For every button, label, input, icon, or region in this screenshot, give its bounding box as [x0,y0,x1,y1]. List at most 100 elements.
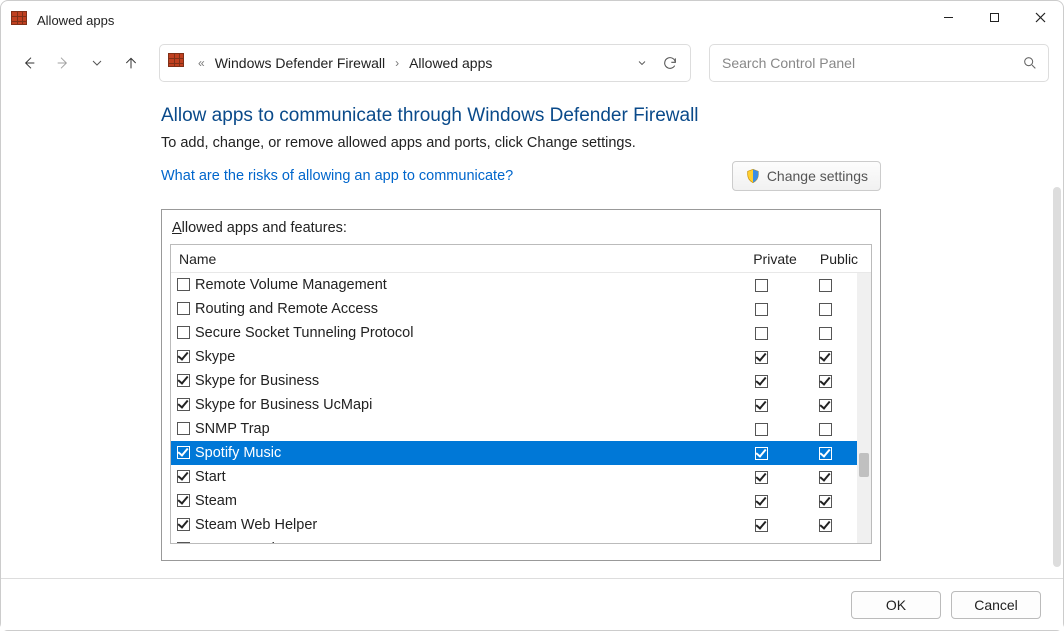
grid-header: Name Private Public [171,245,871,273]
enable-checkbox[interactable] [177,518,191,532]
app-name: Steam [195,493,729,509]
table-row[interactable]: Steam [171,489,857,513]
public-checkbox[interactable] [793,303,857,316]
private-checkbox[interactable] [729,447,793,460]
search-input[interactable] [720,54,1022,72]
shield-icon [745,168,761,184]
window-title: Allowed apps [37,13,114,28]
enable-checkbox[interactable] [177,446,191,460]
list-label: Allowed apps and features: [170,218,872,244]
public-checkbox[interactable] [793,471,857,484]
titlebar: Allowed apps [1,1,1063,39]
risks-link[interactable]: What are the risks of allowing an app to… [161,168,513,184]
table-row[interactable]: Remote Volume Management [171,273,857,297]
table-row[interactable]: Skype for Business UcMapi [171,393,857,417]
enable-checkbox[interactable] [177,470,191,484]
public-checkbox[interactable] [793,279,857,292]
app-name: Steam Web Helper [195,517,729,533]
recent-dropdown[interactable] [83,43,111,83]
public-checkbox[interactable] [793,351,857,364]
enable-checkbox[interactable] [177,302,191,316]
app-name: Skype for Business [195,373,729,389]
public-checkbox[interactable] [793,399,857,412]
page-title: Allow apps to communicate through Window… [161,105,881,127]
col-public[interactable]: Public [807,251,871,267]
enable-checkbox[interactable] [177,326,191,340]
app-name: Routing and Remote Access [195,301,729,317]
app-name: Start [195,469,729,485]
private-checkbox[interactable] [729,351,793,364]
private-checkbox[interactable] [729,327,793,340]
table-row[interactable]: Skype [171,345,857,369]
enable-checkbox[interactable] [177,542,191,543]
private-checkbox[interactable] [729,495,793,508]
breadcrumb-overflow[interactable]: « [198,56,205,70]
enable-checkbox[interactable] [177,398,191,412]
enable-checkbox[interactable] [177,494,191,508]
table-row[interactable]: Secure Socket Tunneling Protocol [171,321,857,345]
search-icon [1022,55,1038,71]
enable-checkbox[interactable] [177,278,191,292]
table-row[interactable]: Routing and Remote Access [171,297,857,321]
table-row[interactable]: Store Experience Host [171,537,857,543]
change-settings-button[interactable]: Change settings [732,161,881,191]
app-name: Spotify Music [195,445,729,461]
content-area: Allow apps to communicate through Window… [1,87,1063,578]
enable-checkbox[interactable] [177,422,191,436]
public-checkbox[interactable] [793,447,857,460]
ok-button[interactable]: OK [851,591,941,619]
private-checkbox[interactable] [729,471,793,484]
nav-row: « Windows Defender Firewall › Allowed ap… [1,39,1063,87]
address-bar[interactable]: « Windows Defender Firewall › Allowed ap… [159,44,691,82]
grid-scrollbar[interactable] [857,273,871,543]
public-checkbox[interactable] [793,495,857,508]
public-checkbox[interactable] [793,375,857,388]
firewall-icon [168,53,188,73]
back-button[interactable] [15,43,43,83]
allowed-apps-grid[interactable]: Name Private Public Remote Volume Manage… [170,244,872,544]
public-checkbox[interactable] [793,519,857,532]
chevron-right-icon: › [395,56,399,70]
private-checkbox[interactable] [729,303,793,316]
private-checkbox[interactable] [729,399,793,412]
app-name: Store Experience Host [195,541,729,543]
table-row[interactable]: Spotify Music [171,441,857,465]
footer: OK Cancel [1,578,1063,630]
minimize-button[interactable] [925,1,971,33]
enable-checkbox[interactable] [177,374,191,388]
forward-button[interactable] [49,43,77,83]
public-checkbox[interactable] [793,543,857,544]
table-row[interactable]: Skype for Business [171,369,857,393]
public-checkbox[interactable] [793,423,857,436]
private-checkbox[interactable] [729,423,793,436]
table-row[interactable]: SNMP Trap [171,417,857,441]
breadcrumb-current[interactable]: Allowed apps [405,53,496,73]
maximize-button[interactable] [971,1,1017,33]
public-checkbox[interactable] [793,327,857,340]
col-name[interactable]: Name [171,251,743,267]
col-private[interactable]: Private [743,251,807,267]
page-subtext: To add, change, or remove allowed apps a… [161,135,881,151]
table-row[interactable]: Start [171,465,857,489]
vertical-scrollbar[interactable] [1053,187,1061,567]
change-settings-label: Change settings [767,168,868,184]
app-name: Remote Volume Management [195,277,729,293]
private-checkbox[interactable] [729,279,793,292]
allowed-apps-groupbox: Allowed apps and features: Name Private … [161,209,881,561]
table-row[interactable]: Steam Web Helper [171,513,857,537]
refresh-button[interactable] [656,46,684,80]
app-name: SNMP Trap [195,421,729,437]
private-checkbox[interactable] [729,519,793,532]
scrollbar-thumb[interactable] [859,453,869,477]
breadcrumb-parent[interactable]: Windows Defender Firewall [211,53,389,73]
private-checkbox[interactable] [729,543,793,544]
cancel-button[interactable]: Cancel [951,591,1041,619]
search-box[interactable] [709,44,1049,82]
app-name: Skype [195,349,729,365]
up-button[interactable] [117,43,145,83]
close-button[interactable] [1017,1,1063,33]
address-history-dropdown[interactable] [628,46,656,80]
window: Allowed apps « Windows Defender Firewall… [0,0,1064,631]
enable-checkbox[interactable] [177,350,191,364]
private-checkbox[interactable] [729,375,793,388]
